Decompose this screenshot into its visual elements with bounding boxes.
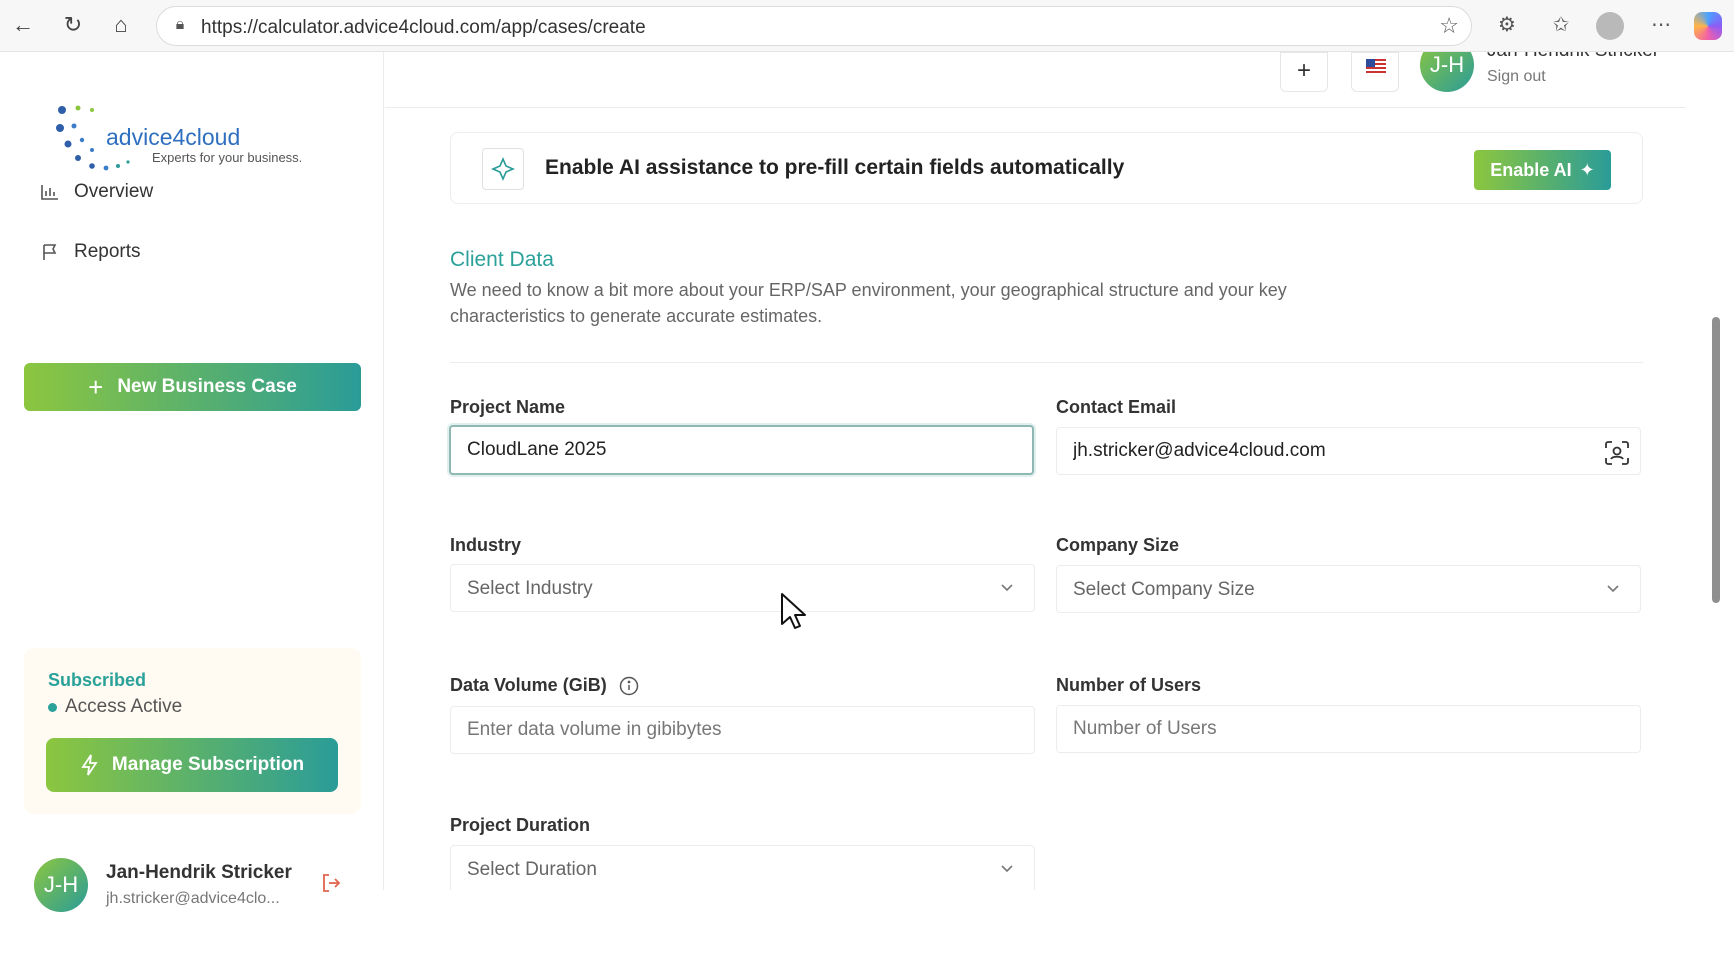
data-volume-label: Data Volume (GiB) — [450, 675, 639, 696]
project-name-input[interactable] — [451, 427, 1032, 473]
number-of-users-field[interactable] — [1056, 705, 1641, 753]
brand-tagline: Experts for your business. — [152, 150, 303, 165]
reload-icon[interactable]: ↻ — [58, 10, 88, 40]
app-header: + J-H Jan-Hendrik Stricker Sign out — [385, 52, 1686, 108]
sidebar-item-label: Reports — [74, 241, 141, 262]
mouse-cursor-icon — [781, 593, 806, 629]
sparkle-icon: ✦ — [1579, 159, 1595, 180]
number-of-users-input[interactable] — [1057, 706, 1640, 752]
lightning-icon — [81, 754, 98, 776]
section-title: Client Data — [450, 248, 554, 271]
manage-subscription-label: Manage Subscription — [111, 754, 305, 775]
project-duration-label: Project Duration — [450, 815, 591, 835]
company-size-select-value: Select Company Size — [1073, 579, 1255, 600]
browser-toolbar: ← ↻ ⌂ 🔒︎ https://calculator.advice4cloud… — [0, 0, 1734, 52]
sidebar-user: J-H Jan-Hendrik Stricker jh.stricker@adv… — [34, 856, 354, 912]
brand-name: advice4cloud — [106, 124, 241, 150]
subscription-card: Subscribed Access Active Manage Subscrip… — [24, 648, 361, 814]
plus-icon: + — [88, 371, 104, 402]
contact-email-field[interactable] — [1056, 427, 1641, 475]
address-bar[interactable]: 🔒︎ https://calculator.advice4cloud.com/a… — [156, 6, 1472, 46]
user-name: Jan-Hendrik Stricker — [106, 862, 292, 883]
ai-banner: Enable AI assistance to pre-fill certain… — [450, 132, 1643, 204]
subscription-status-label: Access Active — [65, 696, 183, 717]
signout-link[interactable]: Sign out — [1487, 68, 1546, 86]
avatar[interactable]: J-H — [34, 858, 88, 912]
number-of-users-label: Number of Users — [1056, 675, 1202, 695]
project-duration-select[interactable]: Select Duration — [450, 845, 1035, 890]
header-user-name: Jan-Hendrik Stricker — [1487, 52, 1659, 62]
section-description: We need to know a bit more about your ER… — [450, 280, 1287, 326]
url-text: https://calculator.advice4cloud.com/app/… — [201, 17, 646, 38]
sidebar-item-overview[interactable]: Overview — [40, 176, 153, 208]
copilot-icon[interactable] — [1694, 12, 1722, 40]
chevron-down-icon — [1001, 865, 1013, 873]
add-button[interactable]: + — [1280, 52, 1328, 92]
project-duration-select-value: Select Duration — [467, 859, 597, 880]
bar-chart-icon — [41, 185, 58, 200]
status-dot-icon — [48, 702, 57, 712]
avatar[interactable]: J-H — [1420, 52, 1474, 92]
divider — [450, 362, 1643, 363]
project-name-field[interactable] — [449, 425, 1034, 475]
contact-email-label: Contact Email — [1056, 397, 1177, 417]
language-button[interactable] — [1351, 52, 1399, 92]
favorites-icon[interactable]: ✩ — [1546, 10, 1576, 40]
page-scrollbar[interactable] — [1686, 109, 1734, 890]
info-icon[interactable] — [619, 676, 639, 696]
industry-select[interactable]: Select Industry — [450, 564, 1035, 612]
sidebar-item-label: Overview — [74, 181, 154, 202]
data-volume-label-text: Data Volume (GiB) — [450, 675, 607, 695]
us-flag-icon — [1366, 59, 1386, 73]
company-size-select[interactable]: Select Company Size — [1056, 565, 1641, 613]
chevron-down-icon — [1001, 584, 1013, 592]
scrollbar-thumb[interactable] — [1712, 317, 1720, 603]
more-menu-icon[interactable]: ⋯ — [1646, 10, 1676, 40]
main-content: Enable AI assistance to pre-fill certain… — [385, 109, 1686, 890]
extensions-icon[interactable]: ⚙ — [1492, 10, 1522, 40]
sparkle-icon — [482, 148, 524, 190]
subscription-title: Subscribed — [48, 670, 147, 690]
manage-subscription-button[interactable]: Manage Subscription — [46, 738, 338, 792]
logout-icon[interactable] — [320, 872, 342, 894]
new-business-case-label: New Business Case — [117, 376, 297, 397]
bookmark-star-icon[interactable]: ☆ — [1439, 13, 1459, 39]
lock-icon: 🔒︎ — [175, 16, 185, 33]
project-name-label: Project Name — [450, 397, 566, 417]
contact-scan-icon[interactable] — [1604, 440, 1630, 466]
sidebar: advice4cloud Experts for your business. … — [0, 52, 384, 912]
new-business-case-button[interactable]: + New Business Case — [24, 363, 361, 411]
home-icon[interactable]: ⌂ — [106, 10, 136, 40]
user-email: jh.stricker@advice4clo... — [106, 890, 280, 907]
contact-email-input[interactable] — [1057, 428, 1640, 474]
industry-label: Industry — [450, 535, 522, 555]
subscription-status: Access Active — [48, 696, 182, 718]
chevron-down-icon — [1607, 585, 1619, 593]
industry-select-value: Select Industry — [467, 578, 593, 599]
ai-banner-text: Enable AI assistance to pre-fill certain… — [545, 156, 1125, 179]
company-size-label: Company Size — [1056, 535, 1180, 555]
data-volume-input[interactable] — [451, 707, 1034, 753]
sidebar-item-reports[interactable]: Reports — [40, 236, 141, 268]
profile-icon[interactable] — [1596, 12, 1624, 40]
data-volume-field[interactable] — [450, 706, 1035, 754]
flag-icon — [43, 244, 57, 260]
enable-ai-label: Enable AI — [1490, 159, 1572, 180]
back-icon[interactable]: ← — [8, 10, 38, 40]
brand-logo[interactable]: advice4cloud Experts for your business. — [56, 104, 346, 176]
enable-ai-button[interactable]: Enable AI ✦ — [1474, 150, 1611, 190]
